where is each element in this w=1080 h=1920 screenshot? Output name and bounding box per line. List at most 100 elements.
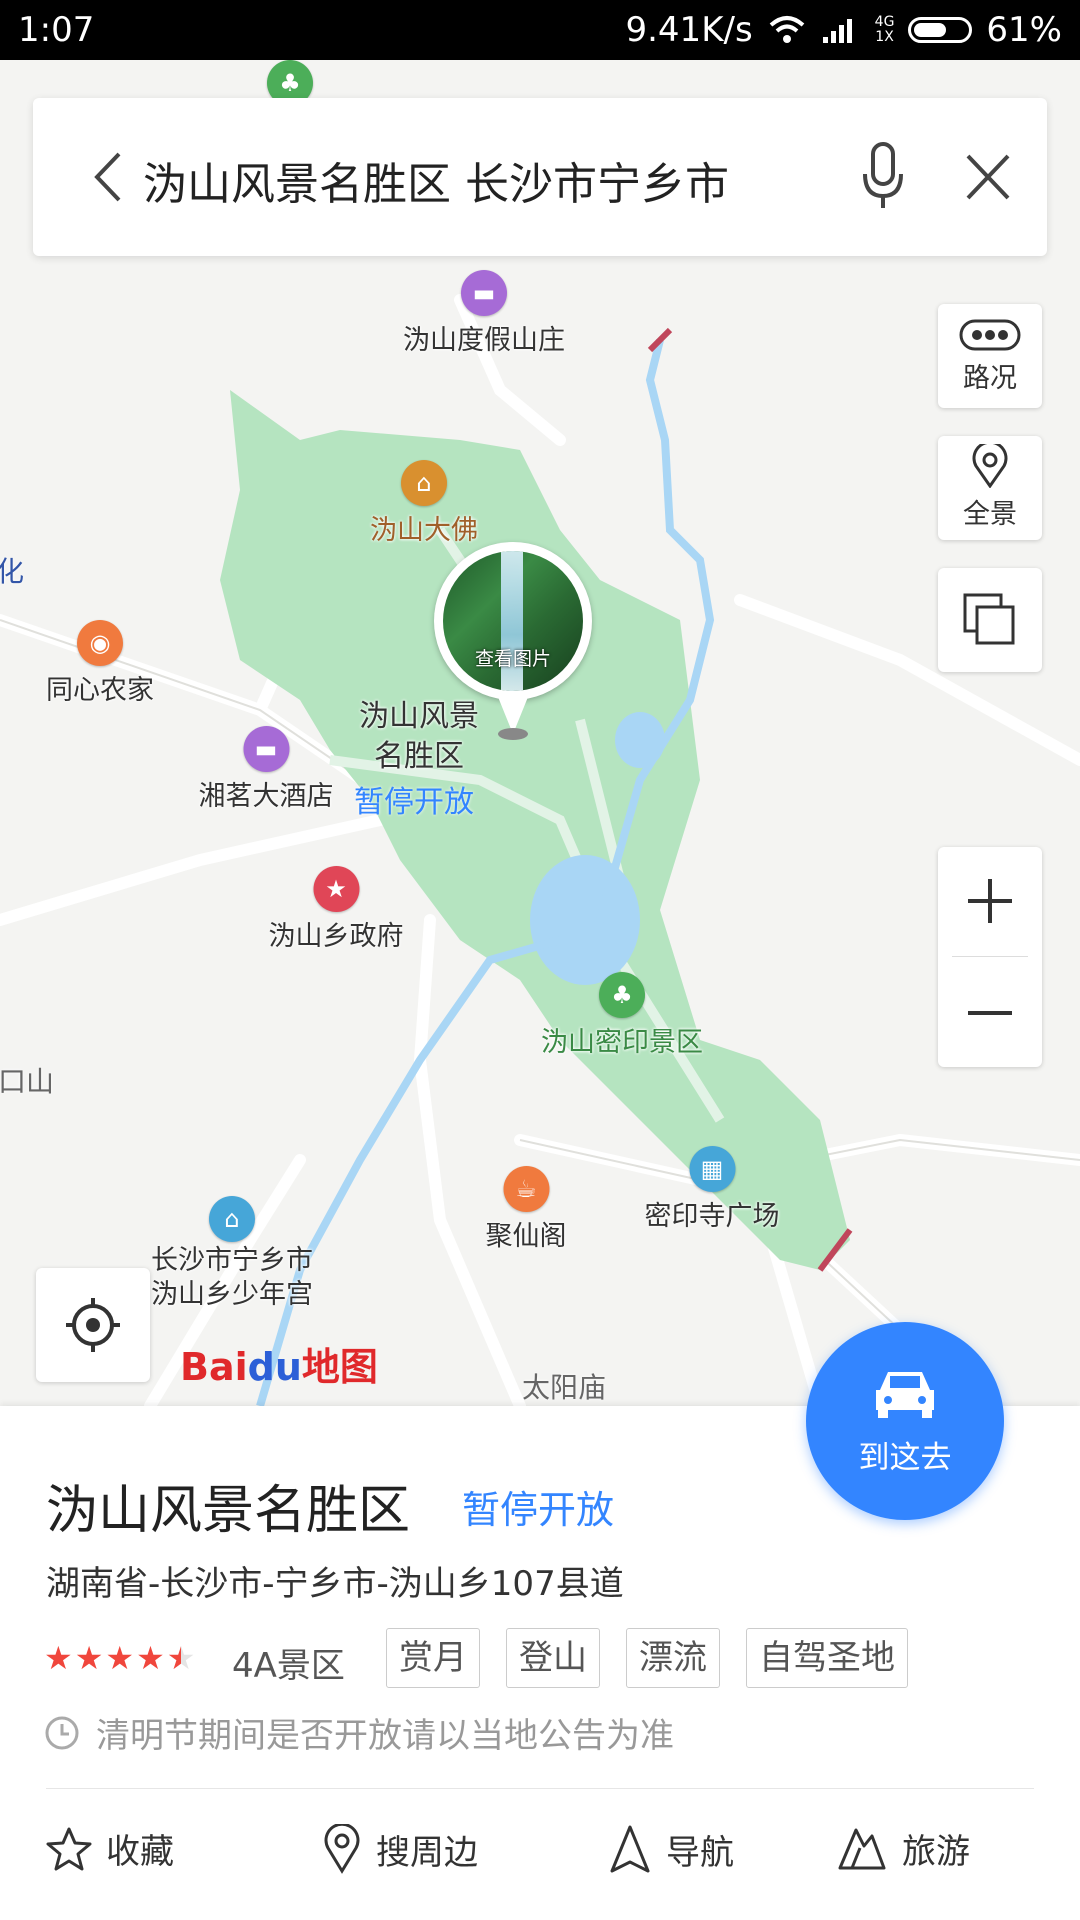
status-bar: 1:07 9.41K/s 4G 1X 61% [0, 0, 1080, 60]
poi-miyin-temple-square[interactable]: ▦ 密印寺广场 [645, 1146, 780, 1233]
poi-label: 湘茗大酒店 [198, 781, 334, 812]
baidu-map-logo: Baidu地图 [180, 1345, 378, 1389]
navigation-button[interactable]: 导航 [608, 1824, 734, 1874]
poi-label: 沩山乡政府 [268, 921, 404, 952]
poi-label: 沩山度假山庄 [403, 325, 565, 356]
status-right-group: 9.41K/s 4G 1X 61% [625, 10, 1062, 50]
search-query[interactable]: 沩山风景名胜区 长沙市宁乡市 [143, 148, 729, 212]
poi-weishan-resort[interactable]: ▬ 沩山度假山庄 [403, 270, 565, 357]
hotel-icon: ▬ [461, 270, 507, 316]
scenic-level: 4A景区 [232, 1646, 345, 1686]
divider [46, 1788, 1034, 1789]
search-bar[interactable]: 沩山风景名胜区 长沙市宁乡市 [33, 98, 1047, 256]
car-icon [876, 1372, 934, 1418]
traffic-label: 路况 [963, 363, 1017, 394]
opening-notice: 清明节期间是否开放请以当地公告为准 [44, 1708, 674, 1757]
marker-shadow [498, 728, 528, 740]
place-address: 湖南省-长沙市-宁乡市-沩山乡107县道 [46, 1564, 624, 1604]
poi-label: 沩山密印景区 [541, 1027, 703, 1058]
travel-button[interactable]: 旅游 [836, 1824, 970, 1873]
building-icon: ▦ [689, 1146, 735, 1192]
travel-label: 旅游 [902, 1832, 970, 1872]
close-icon[interactable] [958, 144, 1018, 210]
battery-percent: 61% [986, 10, 1062, 50]
favorite-label: 收藏 [106, 1832, 174, 1872]
battery-icon [908, 17, 973, 43]
plus-icon [968, 879, 1012, 923]
poi-township-government[interactable]: ★ 沩山乡政府 [269, 866, 404, 953]
traffic-button[interactable]: 路况 [938, 304, 1042, 408]
rating-stars: ★ ★ ★ ★ ★ [44, 1640, 195, 1676]
panorama-label: 全景 [963, 499, 1017, 530]
search-nearby-label: 搜周边 [376, 1832, 478, 1873]
place-label: 化 [0, 555, 25, 588]
place-title: 沩山风景名胜区 [46, 1481, 411, 1541]
cup-icon: ☕ [503, 1166, 549, 1212]
travel-icon [838, 1828, 886, 1869]
poi-juxian-pavilion[interactable]: ☕ 聚仙阁 [486, 1166, 567, 1253]
search-nearby-button[interactable]: 搜周边 [322, 1824, 478, 1874]
layers-icon [963, 593, 1015, 645]
rating-star-icon: ★ [74, 1639, 104, 1677]
rating-star-icon: ★ [44, 1639, 73, 1677]
rating-star-icon: ★ [105, 1639, 135, 1677]
map-view[interactable]: ♣ ▬ 沩山度假山庄 ⌂ 沩山大佛 ◉ 同心农家 ▬ 湘茗大酒店 ★ 沩山乡政府… [0, 60, 1080, 1406]
notice-text: 清明节期间是否开放请以当地公告为准 [96, 1716, 674, 1756]
crosshair-icon [66, 1298, 120, 1352]
poi-label: 长沙市宁乡市 沩山乡少年宫 [151, 1245, 313, 1310]
view-photo-label: 查看图片 [474, 648, 551, 670]
tag-list: 赏月 登山 漂流 自驾圣地 [386, 1628, 908, 1688]
signal-icon [822, 19, 852, 43]
network-type: 4G 1X [874, 14, 895, 45]
poi-tongxin-farm[interactable]: ◉ 同心农家 [46, 620, 154, 707]
place-label: 太阳庙 [522, 1371, 607, 1404]
microphone-icon[interactable] [853, 138, 913, 214]
place-status-badge: 暂停开放 [462, 1488, 615, 1532]
action-bar: 收藏 搜周边 导航 旅游 [0, 1824, 1080, 1904]
navigation-label: 导航 [666, 1832, 734, 1873]
poi-weishan-buddha[interactable]: ⌂ 沩山大佛 [370, 460, 478, 547]
tag[interactable]: 自驾圣地 [746, 1628, 908, 1688]
traffic-icon [959, 319, 1021, 351]
hotel-icon: ▬ [243, 726, 289, 772]
photo-circle: 查看图片 [434, 542, 592, 700]
place-label: 口山 [0, 1065, 55, 1098]
tree-icon: ♣ [599, 972, 645, 1018]
star-icon [46, 1827, 92, 1870]
status-time: 1:07 [18, 10, 95, 50]
navigation-arrow-icon [610, 1825, 650, 1873]
tag[interactable]: 赏月 [386, 1628, 480, 1688]
go-there-label: 到这去 [858, 1440, 952, 1476]
star-marker-icon: ★ [313, 866, 359, 912]
go-there-button[interactable]: 到这去 [806, 1322, 1004, 1520]
clock-icon [45, 1716, 79, 1749]
poi-photo-marker[interactable]: 查看图片 [434, 542, 592, 740]
restaurant-icon: ◉ [77, 620, 123, 666]
museum-icon: ⌂ [401, 460, 447, 506]
location-pin-icon [324, 1824, 360, 1874]
zoom-out-button[interactable] [938, 959, 1042, 1067]
selected-poi-name: 沩山风景 名胜区 [359, 699, 479, 774]
poi-label: 聚仙阁 [485, 1221, 567, 1252]
poi-label: 密印寺广场 [644, 1201, 780, 1232]
zoom-controls [938, 847, 1042, 1067]
my-location-button[interactable] [36, 1268, 150, 1382]
poi-youth-palace[interactable]: ⌂ 长沙市宁乡市 沩山乡少年宫 [151, 1196, 313, 1312]
wifi-icon [769, 16, 804, 43]
tag[interactable]: 漂流 [626, 1628, 720, 1688]
location-pin-icon [972, 440, 1008, 489]
poi-xiangming-hotel[interactable]: ▬ 湘茗大酒店 [199, 726, 334, 813]
minus-icon [968, 1011, 1012, 1015]
tag[interactable]: 登山 [506, 1628, 600, 1688]
layers-button[interactable] [938, 568, 1042, 672]
rating-star-icon: ★ [166, 1639, 196, 1677]
panorama-button[interactable]: 全景 [938, 436, 1042, 540]
selected-poi-status: 暂停开放 [354, 785, 474, 820]
favorite-button[interactable]: 收藏 [46, 1824, 174, 1873]
zoom-in-button[interactable] [938, 847, 1042, 955]
poi-miyin-scenic[interactable]: ♣ 沩山密印景区 [541, 972, 703, 1059]
museum-icon: ⌂ [209, 1196, 255, 1242]
back-arrow-icon[interactable] [79, 144, 139, 210]
network-speed: 9.41K/s [625, 10, 753, 50]
poi-label: 同心农家 [46, 675, 154, 706]
